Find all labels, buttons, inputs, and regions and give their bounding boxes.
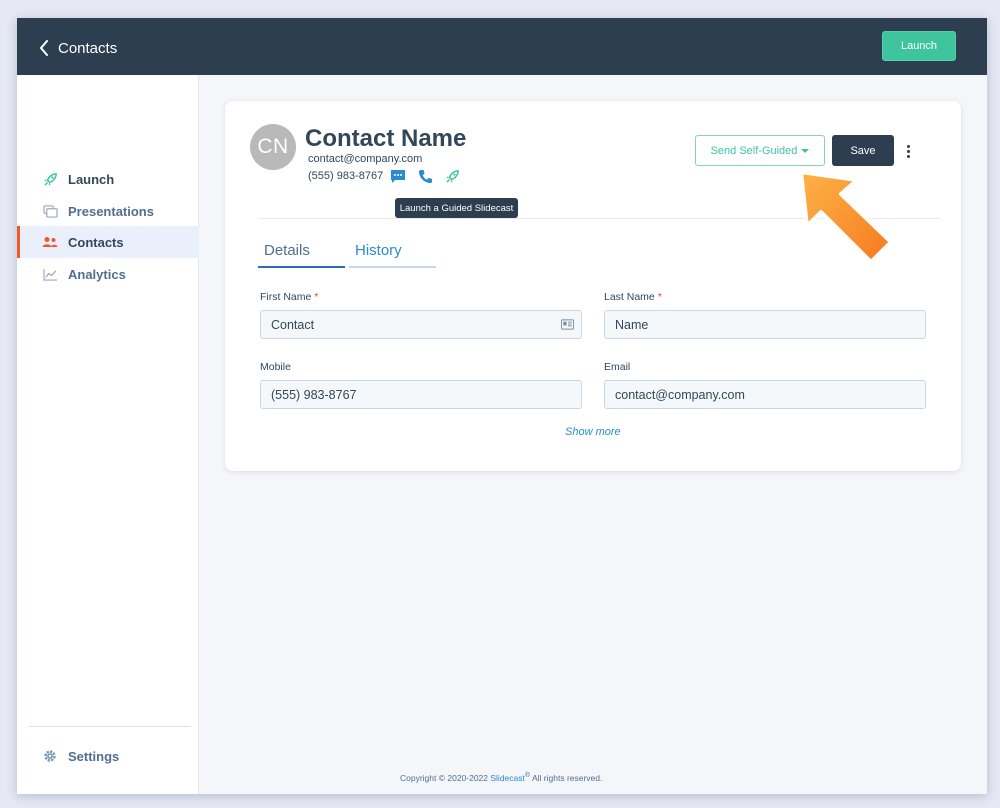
first-name-field[interactable]: Contact <box>260 310 582 339</box>
sidebar-item-label: Presentations <box>68 203 154 219</box>
chevron-left-icon <box>39 40 48 56</box>
required-marker: * <box>657 291 662 303</box>
brand-link[interactable]: Slidecast <box>490 773 525 783</box>
footer: Copyright © 2020-2022 Slidecast® All rig… <box>400 771 603 783</box>
tab-details[interactable]: Details <box>258 242 345 268</box>
sidebar-item-label: Settings <box>68 748 120 764</box>
last-name-field[interactable]: Name <box>604 310 926 339</box>
send-self-guided-button[interactable]: Send Self-Guided <box>695 135 825 166</box>
contact-card-icon <box>561 319 574 330</box>
back-label: Contacts <box>58 39 118 57</box>
sidebar-item-label: Analytics <box>68 266 126 282</box>
sidebar-item-presentations[interactable]: Presentations <box>17 195 199 227</box>
email-field[interactable]: contact@company.com <box>604 380 926 409</box>
top-bar: Contacts Launch <box>17 18 987 75</box>
save-button[interactable]: Save <box>832 135 894 166</box>
mobile-label: Mobile <box>260 361 291 373</box>
sidebar: Launch Presentations Contacts Analytics <box>17 75 199 794</box>
show-more-link[interactable]: Show more <box>565 426 621 438</box>
mobile-field[interactable]: (555) 983-8767 <box>260 380 582 409</box>
more-vertical-icon[interactable] <box>901 141 915 161</box>
rocket-icon[interactable] <box>443 167 461 185</box>
caret-down-icon <box>801 148 810 153</box>
analytics-icon <box>42 266 58 282</box>
contact-actions <box>389 167 461 185</box>
sidebar-item-settings[interactable]: Settings <box>17 740 199 772</box>
presentations-icon <box>42 203 58 219</box>
avatar: CN <box>250 124 296 170</box>
send-self-guided-label: Send Self-Guided <box>710 144 798 157</box>
phone-icon[interactable] <box>416 167 434 185</box>
callout-arrow-icon <box>799 170 893 264</box>
back-button[interactable]: Contacts <box>39 38 117 58</box>
contact-name: Contact Name <box>305 125 467 152</box>
sidebar-divider <box>29 726 191 727</box>
tooltip: Launch a Guided Slidecast <box>395 198 518 218</box>
sidebar-item-analytics[interactable]: Analytics <box>17 258 199 290</box>
app-window: Contacts Launch Launch Presentations Con… <box>17 18 987 794</box>
sidebar-item-label: Contacts <box>68 234 124 250</box>
tab-history[interactable]: History <box>349 242 436 268</box>
sidebar-item-launch[interactable]: Launch <box>17 163 199 195</box>
sidebar-item-contacts[interactable]: Contacts <box>17 226 199 258</box>
email-label: Email <box>604 361 631 373</box>
contact-phone: (555) 983-8767 <box>308 170 384 182</box>
required-marker: * <box>314 291 319 303</box>
sidebar-item-label: Launch <box>68 171 115 187</box>
message-icon[interactable] <box>389 167 407 185</box>
launch-button[interactable]: Launch <box>882 31 956 61</box>
last-name-label: Last Name * <box>604 291 662 303</box>
contacts-icon <box>42 234 58 250</box>
contact-card: CN Contact Name contact@company.com (555… <box>225 101 961 471</box>
first-name-label: First Name * <box>260 291 319 303</box>
contact-email: contact@company.com <box>308 153 423 165</box>
gear-icon <box>42 748 58 764</box>
rocket-icon <box>42 171 58 187</box>
